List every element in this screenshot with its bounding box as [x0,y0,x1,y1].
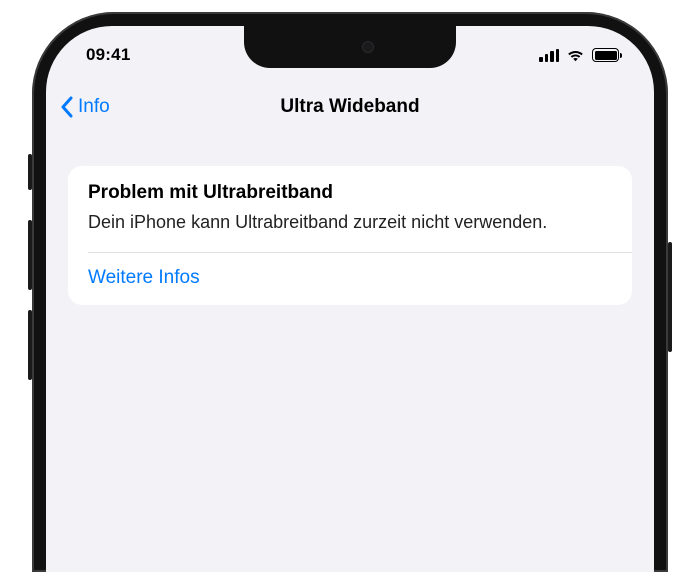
content-area: Problem mit Ultrabreitband Dein iPhone k… [46,130,654,305]
nav-bar: Info Ultra Wideband [46,84,654,130]
volume-down-button [28,310,32,380]
card-message: Problem mit Ultrabreitband Dein iPhone k… [68,166,632,252]
status-card: Problem mit Ultrabreitband Dein iPhone k… [68,166,632,305]
card-body: Dein iPhone kann Ultrabreitband zurzeit … [88,210,612,234]
status-time: 09:41 [86,45,130,65]
back-button[interactable]: Info [60,96,110,118]
chevron-left-icon [60,96,74,118]
status-indicators [539,48,622,62]
cellular-icon [539,49,559,62]
front-camera [362,41,374,53]
volume-up-button [28,220,32,290]
card-title: Problem mit Ultrabreitband [88,182,612,204]
back-label: Info [78,96,110,118]
wifi-icon [566,48,585,62]
phone-frame: 09:41 [32,12,668,572]
power-button [668,242,672,352]
mute-switch [28,154,32,190]
screen: 09:41 [46,26,654,572]
battery-icon [592,48,622,62]
page-title: Ultra Wideband [58,96,642,118]
more-info-link[interactable]: Weitere Infos [68,253,632,305]
notch [244,26,456,68]
